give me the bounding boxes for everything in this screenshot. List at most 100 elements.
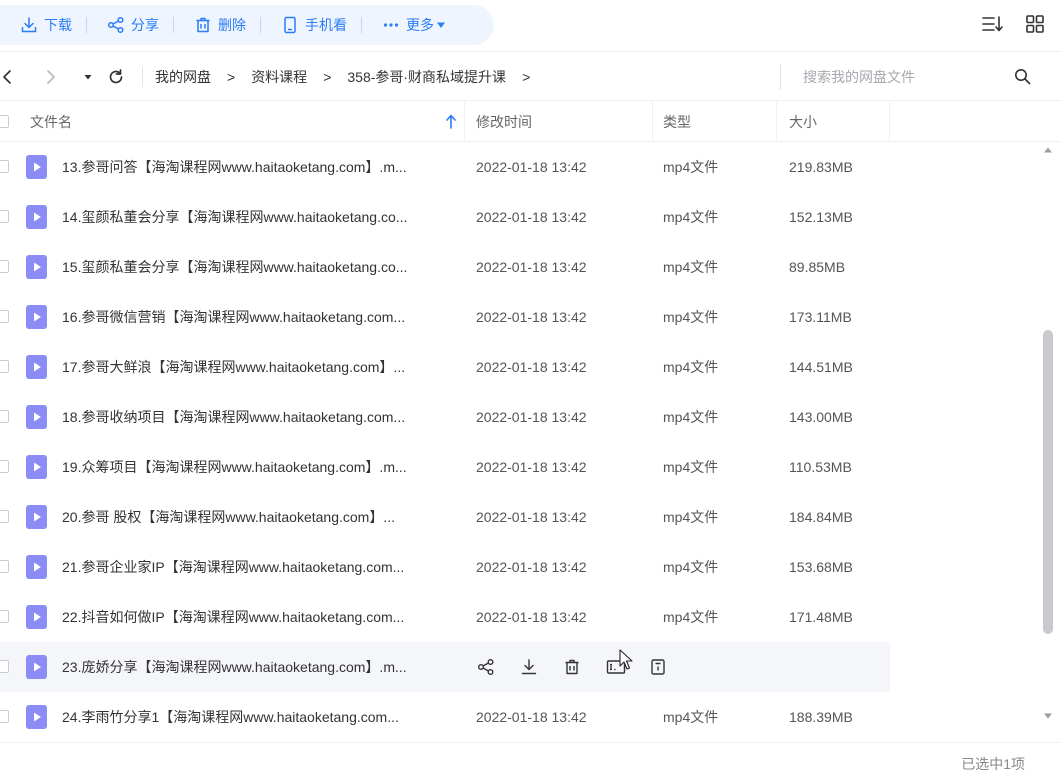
file-name[interactable]: 23.庞娇分享【海淘课程网www.haitaoketang.com】.m... <box>62 642 457 692</box>
row-checkbox[interactable] <box>0 310 9 323</box>
row-checkbox[interactable] <box>0 610 9 623</box>
file-name[interactable]: 20.参哥 股权【海淘课程网www.haitaoketang.com】... <box>62 492 457 542</box>
row-checkbox[interactable] <box>0 210 9 223</box>
file-type: mp4文件 <box>663 409 719 425</box>
search-box <box>780 64 1061 90</box>
trash-icon[interactable] <box>562 655 605 679</box>
row-checkbox[interactable] <box>0 560 9 573</box>
back-button[interactable] <box>0 53 14 101</box>
row-checkbox[interactable] <box>0 260 9 273</box>
file-size: 144.51MB <box>789 359 853 375</box>
share-button[interactable]: 分享 <box>87 5 173 45</box>
file-modified-time: 2022-01-18 13:42 <box>476 709 587 725</box>
select-all-checkbox[interactable] <box>0 115 9 128</box>
vertical-scrollbar[interactable] <box>1041 142 1055 742</box>
download-icon <box>20 16 38 34</box>
file-name[interactable]: 13.参哥问答【海淘课程网www.haitaoketang.com】.m... <box>62 142 457 192</box>
share-icon[interactable] <box>476 655 519 679</box>
scroll-up-icon[interactable] <box>1043 146 1053 154</box>
table-row[interactable]: 21.参哥企业家IP【海淘课程网www.haitaoketang.com... 2… <box>0 542 890 592</box>
file-name[interactable]: 21.参哥企业家IP【海淘课程网www.haitaoketang.com... <box>62 542 457 592</box>
grid-view-icon[interactable] <box>1023 12 1047 36</box>
breadcrumb-item[interactable]: 资料课程 <box>251 67 307 87</box>
caret-down-icon <box>436 20 446 30</box>
file-size: 219.83MB <box>789 159 853 175</box>
view-controls <box>981 12 1047 36</box>
table-row[interactable]: 15.玺颜私董会分享【海淘课程网www.haitaoketang.co... 20… <box>0 242 890 292</box>
sort-ascending-icon <box>445 102 457 142</box>
more-button[interactable]: 更多 <box>362 5 460 45</box>
column-header-name[interactable]: 文件名 <box>30 102 460 142</box>
row-checkbox[interactable] <box>0 360 9 373</box>
file-size: 89.85MB <box>789 259 846 275</box>
file-name[interactable]: 16.参哥微信营销【海淘课程网www.haitaoketang.com... <box>62 292 457 342</box>
search-input[interactable] <box>803 66 1013 88</box>
row-checkbox[interactable] <box>0 510 9 523</box>
column-divider <box>464 102 465 142</box>
refresh-icon <box>109 68 123 83</box>
column-divider <box>889 102 890 142</box>
file-size: 188.39MB <box>789 709 853 725</box>
file-name[interactable]: 15.玺颜私董会分享【海淘课程网www.haitaoketang.co... <box>62 242 457 292</box>
share-icon <box>107 16 125 34</box>
file-size: 184.84MB <box>789 509 853 525</box>
row-checkbox[interactable] <box>0 160 9 173</box>
row-checkbox[interactable] <box>0 710 9 723</box>
row-checkbox[interactable] <box>0 410 9 423</box>
download-label: 下载 <box>44 17 72 33</box>
file-name[interactable]: 14.玺颜私董会分享【海淘课程网www.haitaoketang.co... <box>62 192 457 242</box>
table-row[interactable]: 18.参哥收纳项目【海淘课程网www.haitaoketang.com... 20… <box>0 392 890 442</box>
search-icon[interactable] <box>1014 68 1031 85</box>
breadcrumb-separator-icon: > <box>522 68 531 85</box>
chevron-right-icon <box>47 69 55 84</box>
sort-icon[interactable] <box>981 12 1005 36</box>
file-name[interactable]: 22.抖音如何做IP【海淘课程网www.haitaoketang.com... <box>62 592 457 642</box>
column-divider <box>652 102 653 142</box>
column-header-type[interactable]: 类型 <box>663 102 691 142</box>
row-checkbox[interactable] <box>0 660 9 673</box>
file-type: mp4文件 <box>663 459 719 475</box>
delete-button[interactable]: 删除 <box>174 5 260 45</box>
file-name[interactable]: 24.李雨竹分享1【海淘课程网www.haitaoketang.com... <box>62 692 457 742</box>
file-modified-time: 2022-01-18 13:42 <box>476 159 587 175</box>
table-row[interactable]: 14.玺颜私董会分享【海淘课程网www.haitaoketang.co... 20… <box>0 192 890 242</box>
scroll-down-icon[interactable] <box>1043 712 1053 720</box>
delete-label: 删除 <box>218 17 246 33</box>
file-name[interactable]: 18.参哥收纳项目【海淘课程网www.haitaoketang.com... <box>62 392 457 442</box>
file-name[interactable]: 19.众筹项目【海淘课程网www.haitaoketang.com】.m... <box>62 442 457 492</box>
scrollbar-thumb[interactable] <box>1043 330 1053 634</box>
phone-view-label: 手机看 <box>305 17 347 33</box>
breadcrumb-item[interactable]: 358-参哥·财商私域提升课 <box>347 67 506 87</box>
video-file-icon <box>26 355 47 379</box>
table-row[interactable]: 13.参哥问答【海淘课程网www.haitaoketang.com】.m... 2… <box>0 142 890 192</box>
download-icon[interactable] <box>519 655 562 679</box>
table-row[interactable]: 16.参哥微信营销【海淘课程网www.haitaoketang.com... 20… <box>0 292 890 342</box>
table-row[interactable]: 22.抖音如何做IP【海淘课程网www.haitaoketang.com... 2… <box>0 592 890 642</box>
row-checkbox[interactable] <box>0 460 9 473</box>
file-name[interactable]: 17.参哥大鲜浪【海淘课程网www.haitaoketang.com】... <box>62 342 457 392</box>
table-row[interactable]: 23.庞娇分享【海淘课程网www.haitaoketang.com】.m... <box>0 642 890 692</box>
mouse-cursor-icon <box>619 649 633 671</box>
file-modified-time: 2022-01-18 13:42 <box>476 509 587 525</box>
refresh-button[interactable] <box>104 53 128 101</box>
file-type: mp4文件 <box>663 359 719 375</box>
forward-button[interactable] <box>36 53 66 101</box>
table-row[interactable]: 19.众筹项目【海淘课程网www.haitaoketang.com】.m... 2… <box>0 442 890 492</box>
breadcrumb-item[interactable]: 我的网盘 <box>155 67 211 87</box>
column-header-modified[interactable]: 修改时间 <box>476 102 532 142</box>
history-dropdown-button[interactable] <box>78 53 98 101</box>
breadcrumb-separator-icon: > <box>323 68 332 85</box>
phone-view-button[interactable]: 手机看 <box>261 5 361 45</box>
divider <box>142 66 143 87</box>
column-header-size[interactable]: 大小 <box>789 102 817 142</box>
breadcrumb-separator-icon: > <box>227 68 236 85</box>
navigation-bar: 我的网盘 > 资料课程 > 358-参哥·财商私域提升课 > <box>0 53 1061 101</box>
caret-down-icon <box>84 74 92 79</box>
video-file-icon <box>26 505 47 529</box>
ellipsis-icon <box>382 16 400 34</box>
download-button[interactable]: 下载 <box>0 5 86 45</box>
file-info-icon[interactable] <box>648 655 691 679</box>
table-row[interactable]: 20.参哥 股权【海淘课程网www.haitaoketang.com】... 20… <box>0 492 890 542</box>
table-row[interactable]: 17.参哥大鲜浪【海淘课程网www.haitaoketang.com】... 20… <box>0 342 890 392</box>
table-row[interactable]: 24.李雨竹分享1【海淘课程网www.haitaoketang.com... 20… <box>0 692 890 742</box>
